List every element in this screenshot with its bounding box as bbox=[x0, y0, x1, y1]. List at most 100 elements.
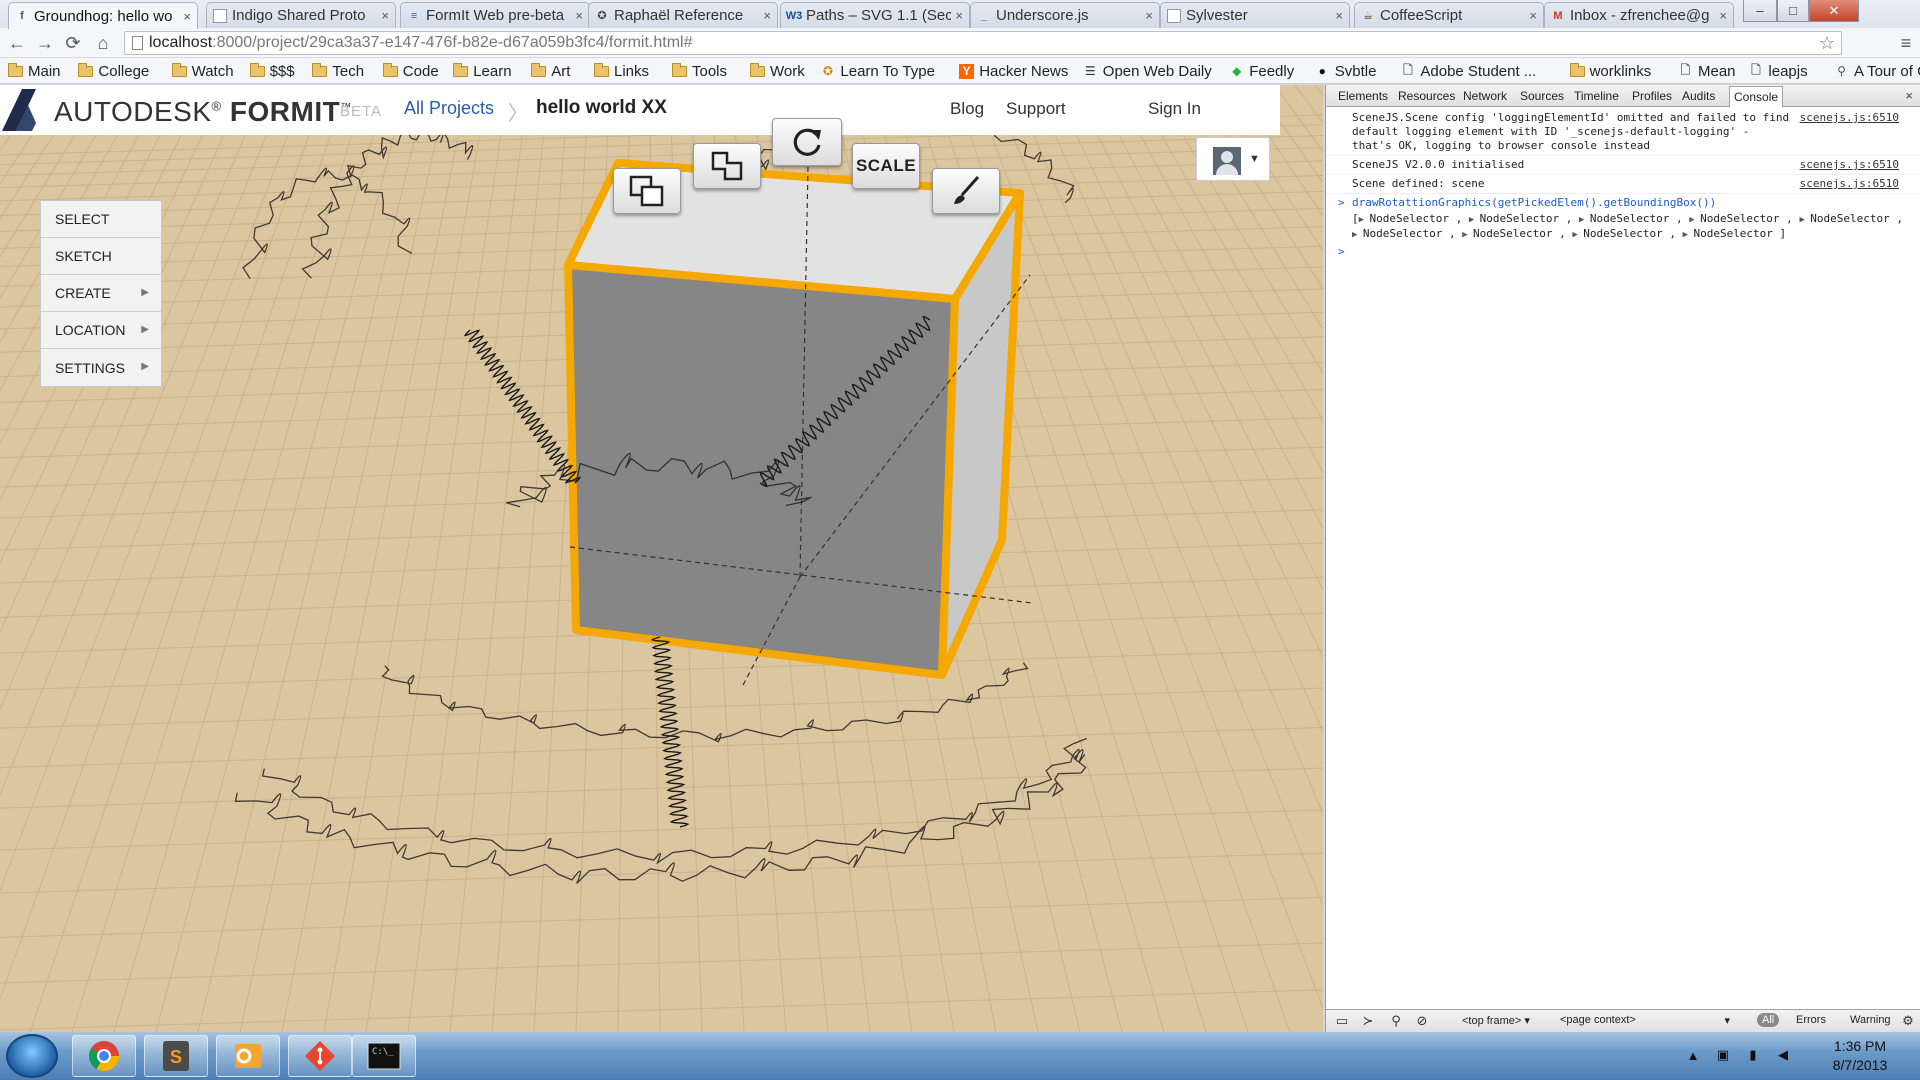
result-node-item[interactable]: ▶ NodeSelector bbox=[1359, 212, 1449, 225]
expand-triangle-icon[interactable]: ▶ bbox=[1683, 230, 1694, 240]
bookmark-item[interactable]: worklinks bbox=[1569, 61, 1651, 81]
rotate-tool-button[interactable] bbox=[772, 118, 842, 166]
clock-date[interactable]: 8/7/2013 bbox=[1820, 1057, 1900, 1073]
tab-close-icon[interactable]: × bbox=[955, 8, 963, 23]
result-node-item[interactable]: ▶ NodeSelector bbox=[1799, 212, 1889, 225]
filter-errors-button[interactable]: Errors bbox=[1796, 1014, 1826, 1026]
bookmark-item[interactable]: ⚲ A Tour of Go bbox=[1834, 61, 1920, 81]
support-link[interactable]: Support bbox=[1006, 99, 1066, 119]
tab-close-icon[interactable]: × bbox=[575, 8, 583, 23]
menu-item-select[interactable]: SELECT bbox=[41, 201, 161, 238]
bookmark-item[interactable]: Code bbox=[382, 61, 439, 81]
browser-tab[interactable]: W3 Paths – SVG 1.1 (Seco × bbox=[780, 2, 970, 28]
move-tool-button[interactable] bbox=[613, 168, 681, 214]
devtools-tab-profiles[interactable]: Profiles bbox=[1632, 89, 1672, 103]
browser-menu-icon[interactable]: ≡ bbox=[1896, 32, 1916, 54]
console-input[interactable]: > bbox=[1326, 244, 1920, 262]
close-window-button[interactable]: ✕ bbox=[1809, 0, 1859, 22]
console-result[interactable]: [▶ NodeSelector , ▶ NodeSelector , ▶ Nod… bbox=[1326, 212, 1920, 244]
tray-expand-icon[interactable]: ▲ bbox=[1684, 1046, 1702, 1064]
log-source-link[interactable]: scenejs.js:6510 bbox=[1800, 111, 1899, 125]
cube[interactable] bbox=[564, 159, 1024, 679]
bookmark-item[interactable]: Tools bbox=[672, 61, 727, 81]
devtools-tab-timeline[interactable]: Timeline bbox=[1574, 89, 1619, 103]
bookmark-item[interactable]: $$$ bbox=[249, 61, 295, 81]
git-taskbar-button[interactable] bbox=[288, 1035, 352, 1077]
scene-canvas[interactable] bbox=[0, 85, 1323, 1032]
expand-triangle-icon[interactable]: ▶ bbox=[1579, 215, 1590, 225]
menu-item-location[interactable]: LOCATION ▶ bbox=[41, 312, 161, 349]
maximize-button[interactable]: □ bbox=[1777, 0, 1809, 22]
network-icon[interactable]: ▮ bbox=[1744, 1046, 1762, 1064]
console-output[interactable]: SceneJS.Scene config 'loggingElementId' … bbox=[1326, 109, 1920, 262]
browser-tab[interactable]: Sylvester × bbox=[1160, 2, 1350, 28]
clear-console-icon[interactable]: ⊘ bbox=[1414, 1013, 1430, 1029]
result-node-item[interactable]: ▶ NodeSelector bbox=[1469, 212, 1559, 225]
formit-viewport[interactable]: AUTODESK® FORMIT™ BETA All Projects 〉 he… bbox=[0, 85, 1323, 1032]
log-source-link[interactable]: scenejs.js:6510 bbox=[1800, 177, 1899, 191]
devtools-tab-network[interactable]: Network bbox=[1463, 89, 1507, 103]
devtools-tab-sources[interactable]: Sources bbox=[1520, 89, 1564, 103]
devtools-tab-elements[interactable]: Elements bbox=[1338, 89, 1388, 103]
devtools-tab-resources[interactable]: Resources bbox=[1398, 89, 1455, 103]
chrome-taskbar-button[interactable] bbox=[72, 1035, 136, 1077]
bookmark-item[interactable]: Work bbox=[750, 61, 805, 81]
bookmark-star-icon[interactable]: ☆ bbox=[1819, 33, 1835, 54]
tab-close-icon[interactable]: × bbox=[1719, 8, 1727, 23]
frame-selector[interactable]: <top frame> ▾ bbox=[1462, 1014, 1530, 1027]
show-console-icon[interactable]: ≻ bbox=[1360, 1013, 1376, 1029]
result-node-item[interactable]: ▶ NodeSelector bbox=[1352, 227, 1442, 240]
browser-tab[interactable]: ✪ Raphaël Reference × bbox=[588, 2, 778, 28]
bookmark-item[interactable]: Art bbox=[531, 61, 570, 81]
address-bar[interactable]: localhost:8000/project/29ca3a37-e147-476… bbox=[124, 31, 1842, 55]
bookmark-item[interactable]: ☰ Open Web Daily bbox=[1083, 61, 1212, 81]
back-button[interactable]: ← bbox=[6, 32, 28, 54]
expand-triangle-icon[interactable]: ▶ bbox=[1359, 215, 1370, 225]
bookmark-item[interactable]: College bbox=[78, 61, 149, 81]
bookmark-item[interactable]: Main bbox=[8, 61, 61, 81]
sign-in-link[interactable]: Sign In bbox=[1148, 99, 1201, 119]
browser-tab[interactable]: ☕ CoffeeScript × bbox=[1354, 2, 1544, 28]
scale-tool-button[interactable]: SCALE bbox=[852, 143, 920, 189]
bookmark-item[interactable]: 🗋 Adobe Student ... bbox=[1400, 61, 1536, 81]
context-selector[interactable]: <page context> ▾ bbox=[1560, 1014, 1730, 1027]
tab-close-icon[interactable]: × bbox=[1145, 8, 1153, 23]
outlook-taskbar-button[interactable] bbox=[216, 1035, 280, 1077]
filter-warnings-button[interactable]: Warning bbox=[1850, 1014, 1891, 1026]
bookmark-item[interactable]: Watch bbox=[171, 61, 234, 81]
close-icon[interactable]: × bbox=[1905, 88, 1913, 103]
browser-tab[interactable]: M Inbox - zfrenchee@g × bbox=[1544, 2, 1734, 28]
bookmark-item[interactable]: Tech bbox=[312, 61, 364, 81]
browser-tab[interactable]: _ Underscore.js × bbox=[970, 2, 1160, 28]
all-projects-link[interactable]: All Projects bbox=[404, 98, 494, 119]
clock-time[interactable]: 1:36 PM bbox=[1820, 1038, 1900, 1054]
result-node-item[interactable]: ▶ NodeSelector bbox=[1579, 212, 1669, 225]
expand-triangle-icon[interactable]: ▶ bbox=[1462, 230, 1473, 240]
bookmark-item[interactable]: ✪ Learn To Type bbox=[820, 61, 935, 81]
forward-button[interactable]: → bbox=[34, 32, 56, 54]
browser-tab[interactable]: f Groundhog: hello wo × bbox=[8, 2, 198, 29]
expand-triangle-icon[interactable]: ▶ bbox=[1689, 215, 1700, 225]
user-menu-button[interactable]: ▼ bbox=[1196, 137, 1270, 181]
start-button[interactable] bbox=[6, 1034, 58, 1078]
minimize-button[interactable]: – bbox=[1743, 0, 1777, 22]
reload-button[interactable]: ⟳ bbox=[62, 32, 84, 54]
expand-triangle-icon[interactable]: ▶ bbox=[1352, 230, 1363, 240]
volume-icon[interactable]: ◀ bbox=[1774, 1046, 1792, 1064]
result-node-item[interactable]: ▶ NodeSelector bbox=[1462, 227, 1552, 240]
expand-triangle-icon[interactable]: ▶ bbox=[1469, 215, 1480, 225]
tab-close-icon[interactable]: × bbox=[763, 8, 771, 23]
sublime-taskbar-button[interactable]: S bbox=[144, 1035, 208, 1077]
menu-item-settings[interactable]: SETTINGS ▶ bbox=[41, 349, 161, 386]
result-node-item[interactable]: ▶ NodeSelector bbox=[1689, 212, 1779, 225]
result-node-item[interactable]: ▶ NodeSelector bbox=[1572, 227, 1662, 240]
bookmark-item[interactable]: Learn bbox=[453, 61, 512, 81]
expand-triangle-icon[interactable]: ▶ bbox=[1799, 215, 1810, 225]
devtools-tab-audits[interactable]: Audits bbox=[1682, 89, 1715, 103]
tab-close-icon[interactable]: × bbox=[381, 8, 389, 23]
terminal-taskbar-button[interactable]: C:\_ bbox=[352, 1035, 416, 1077]
log-source-link[interactable]: scenejs.js:6510 bbox=[1800, 158, 1899, 172]
filter-all-button[interactable]: All bbox=[1757, 1013, 1780, 1027]
tab-close-icon[interactable]: × bbox=[183, 9, 191, 24]
tab-close-icon[interactable]: × bbox=[1529, 8, 1537, 23]
